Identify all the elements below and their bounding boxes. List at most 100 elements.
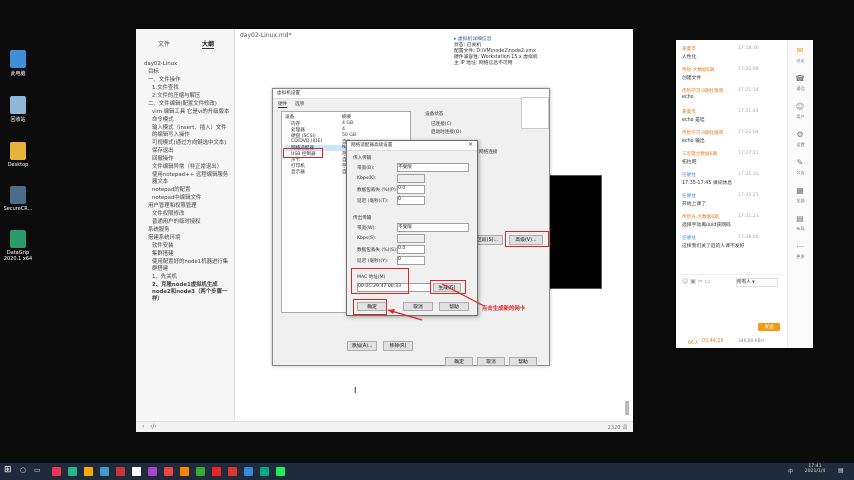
recycle-bin-icon[interactable]: 回收站: [2, 96, 34, 123]
taskbar-app-icon[interactable]: [116, 467, 125, 476]
outgoing-latency-field[interactable]: 0: [397, 256, 425, 265]
securecrt-icon[interactable]: SecureCR...: [2, 186, 34, 212]
sidebar-4-icon[interactable]: ✎: [794, 158, 806, 168]
remove-hardware-button[interactable]: 移除(R): [383, 341, 413, 351]
outline-item[interactable]: 文件编辑异常（非正常退出）: [144, 164, 230, 171]
sidebar-7-icon[interactable]: ⋯: [794, 242, 806, 252]
outline-item[interactable]: 可视模式(通过方向键选中文本): [144, 140, 230, 147]
outline-item[interactable]: 系统服务: [144, 227, 230, 234]
taskbar-app-icon[interactable]: [100, 467, 109, 476]
sidebar-6-icon[interactable]: ▤: [794, 214, 806, 224]
doc-line: 主 IP 地址: 网络信息不可用: [454, 61, 513, 66]
sidebar-0-icon[interactable]: ✉: [794, 46, 806, 56]
tab-outline[interactable]: 大纲: [202, 39, 215, 49]
taskbar-app-icon[interactable]: [52, 467, 61, 476]
taskbar-app-icon[interactable]: [84, 467, 93, 476]
outline-item[interactable]: 目标: [144, 69, 230, 76]
outline-item[interactable]: 命令模式: [144, 117, 230, 124]
desktop-folder-icon[interactable]: Desktop: [2, 142, 34, 168]
emoji-icon[interactable]: ☺: [682, 278, 688, 285]
taskbar-app-icon[interactable]: [68, 467, 77, 476]
outline-item[interactable]: notepad的配置: [144, 187, 230, 194]
notification-icon[interactable]: ▤: [838, 467, 844, 474]
connected-checkbox[interactable]: 已连接(C): [431, 121, 452, 127]
taskbar-app-icon[interactable]: [148, 467, 157, 476]
help-button[interactable]: 帮助: [509, 357, 537, 366]
windows-start-icon[interactable]: ⊞: [4, 465, 12, 475]
tab-hardware[interactable]: 硬件: [278, 101, 288, 108]
chat-text: echo 是哇: [682, 118, 705, 123]
outline-item[interactable]: 用户管理和权限管理: [144, 203, 230, 210]
chat-input[interactable]: [682, 292, 782, 316]
outline-item[interactable]: 一、文件操作: [144, 77, 230, 84]
tab-files[interactable]: 文件: [158, 39, 170, 48]
incoming-bandwidth-select[interactable]: 不受限: [397, 163, 469, 172]
sidebar-2-icon[interactable]: ☺: [794, 102, 806, 112]
outgoing-loss-field[interactable]: 0.0: [397, 245, 425, 254]
connect-on-start-checkbox[interactable]: 启动时连接(O): [431, 129, 461, 135]
chat-time: 17:22:04: [738, 130, 759, 135]
taskbar-app-icon[interactable]: [132, 467, 141, 476]
outline-item[interactable]: vim 编辑工具 它是vi的升级版本: [144, 109, 230, 116]
desktop-icon-label: DataGrip 2020.1 x64: [3, 250, 33, 262]
outline-item[interactable]: 保存退出: [144, 148, 230, 155]
outline-item[interactable]: 回撤操作: [144, 156, 230, 163]
outline-item[interactable]: 1、先关机: [144, 274, 230, 281]
taskbar-app-icon[interactable]: [276, 467, 285, 476]
incoming-latency-field[interactable]: 0: [397, 196, 425, 205]
chat-text: echo: [682, 95, 694, 100]
folder-icon[interactable]: ▭: [705, 278, 711, 285]
task-view-icon[interactable]: ▭: [34, 466, 41, 474]
sidebar-1-icon[interactable]: ☎: [794, 74, 806, 84]
search-icon[interactable]: ○: [20, 466, 26, 474]
clock[interactable]: 17:41 2021/1/4: [800, 464, 830, 474]
outline-item[interactable]: 文件权限修改: [144, 211, 230, 218]
outline-item[interactable]: notepad中编辑文件: [144, 195, 230, 202]
incoming-kbps-field[interactable]: [397, 174, 425, 183]
taskbar-app-icon[interactable]: [212, 467, 221, 476]
outline-item[interactable]: 软件安装: [144, 243, 230, 250]
outline-item[interactable]: 输入模式（insert、插入）文件的编辑写入操作: [144, 125, 230, 139]
outline-item[interactable]: 集群搭建: [144, 251, 230, 258]
code-icon[interactable]: ‹/›: [150, 423, 157, 430]
back-icon[interactable]: ‹: [142, 423, 144, 430]
outline-item[interactable]: 搭建系统环境: [144, 235, 230, 242]
scrollbar[interactable]: [625, 401, 629, 415]
send-button[interactable]: 发送: [758, 323, 780, 331]
taskbar-app-icon[interactable]: [180, 467, 189, 476]
desktop-icon-label: 回收站: [10, 117, 26, 123]
this-pc-icon[interactable]: 此电脑: [2, 50, 34, 77]
datagrip-icon[interactable]: DataGrip 2020.1 x64: [2, 230, 34, 262]
outline-item[interactable]: 二、文件编辑(配置文件修改): [144, 101, 230, 108]
taskbar-app-icon[interactable]: [196, 467, 205, 476]
taskbar-app-icon[interactable]: [260, 467, 269, 476]
cancel-button[interactable]: 取消: [477, 357, 505, 366]
clock-date: 2021/1/4: [804, 469, 826, 474]
outline-item[interactable]: 2、克隆node1虚拟机生成node2和node3（两个步骤一样）: [144, 282, 230, 303]
image-icon[interactable]: ▣: [690, 278, 696, 285]
outline-item[interactable]: 使用notepad++ 远程编辑服务器文本: [144, 172, 230, 186]
outline-item[interactable]: day02-Linux: [144, 61, 230, 68]
incoming-loss-field[interactable]: 0.0: [397, 185, 425, 194]
scissors-icon[interactable]: ✂: [698, 278, 703, 285]
ok-button[interactable]: 确定: [445, 357, 473, 366]
outline-item[interactable]: 普通用户的临时授权: [144, 219, 230, 226]
taskbar-app-icon[interactable]: [244, 467, 253, 476]
close-icon[interactable]: ×: [468, 141, 473, 148]
outline-item[interactable]: 1.文件查找: [144, 85, 230, 92]
outgoing-bandwidth-select[interactable]: 不受限: [397, 223, 469, 232]
dialog-title: 虚拟机设置: [277, 91, 300, 96]
taskbar-app-icon[interactable]: [228, 467, 237, 476]
sidebar-3-icon[interactable]: ⚙: [794, 130, 806, 140]
recipient-select[interactable]: 所有人 ▾: [736, 278, 778, 287]
add-hardware-button[interactable]: 添加(A)...: [347, 341, 377, 351]
tab-options[interactable]: 选项: [295, 101, 304, 107]
dialog-titlebar: 虚拟机设置: [273, 89, 549, 99]
taskbar-app-icon[interactable]: [164, 467, 173, 476]
outgoing-kbps-field[interactable]: [397, 234, 425, 243]
outline-item[interactable]: 2.文件的压缩与解压: [144, 93, 230, 100]
ime-indicator[interactable]: 中: [788, 468, 793, 475]
sidebar-label: 全部: [796, 198, 805, 203]
sidebar-5-icon[interactable]: ▦: [794, 186, 806, 196]
outline-item[interactable]: 使用配置好的node1机器进行集群搭建: [144, 259, 230, 273]
